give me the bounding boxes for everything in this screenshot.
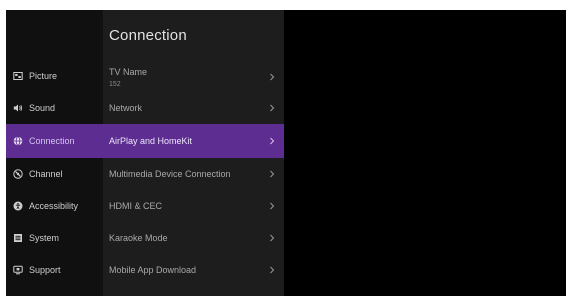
- menu-item-karaoke-mode[interactable]: Karaoke Mode: [103, 222, 284, 254]
- sidebar-item-picture[interactable]: Picture: [6, 60, 103, 92]
- chevron-right-icon: [270, 104, 275, 112]
- sidebar-item-label: Accessibility: [29, 201, 79, 211]
- satellite-dish-icon: [13, 169, 23, 179]
- chevron-right-icon: [270, 234, 275, 242]
- menu-item-mobile-app-download[interactable]: Mobile App Download: [103, 254, 284, 286]
- sidebar-item-label: Channel: [29, 169, 63, 179]
- speaker-icon: [13, 103, 23, 113]
- sidebar-item-channel[interactable]: Channel: [6, 158, 103, 190]
- menu-item-label: Karaoke Mode: [109, 233, 168, 243]
- preview-area: [284, 10, 566, 296]
- menu-item-label: TV Name: [109, 67, 148, 77]
- menu-item-tv-name[interactable]: TV Name 152: [103, 60, 284, 94]
- chevron-right-icon: [270, 202, 275, 210]
- page-title: Connection: [109, 27, 187, 44]
- sidebar-item-label: Picture: [29, 71, 58, 81]
- menu-item-label: Network: [109, 103, 143, 113]
- menu-item-hdmi-cec[interactable]: HDMI & CEC: [103, 190, 284, 222]
- menu-item-label: AirPlay and HomeKit: [109, 136, 193, 146]
- sidebar-item-label: Support: [29, 265, 61, 275]
- sidebar-item-label: Connection: [29, 136, 75, 146]
- menu-item-label: HDMI & CEC: [109, 201, 163, 211]
- menu-item-value: 152: [109, 81, 121, 88]
- sidebar-item-label: Sound: [29, 103, 56, 113]
- system-icon: [13, 233, 23, 243]
- sidebar-item-sound[interactable]: Sound: [6, 92, 103, 124]
- chevron-right-icon: [270, 170, 275, 178]
- sidebar-item-system[interactable]: System: [6, 222, 103, 254]
- chevron-right-icon: [270, 73, 275, 81]
- sidebar-item-label: System: [29, 233, 60, 243]
- support-icon: [13, 265, 23, 275]
- menu-item-airplay-homekit[interactable]: AirPlay and HomeKit: [103, 124, 284, 158]
- sidebar-item-accessibility[interactable]: Accessibility: [6, 190, 103, 222]
- accessibility-icon: [13, 201, 23, 211]
- chevron-right-icon: [270, 266, 275, 274]
- menu-item-network[interactable]: Network: [103, 92, 284, 124]
- menu-item-multimedia-device-connection[interactable]: Multimedia Device Connection: [103, 158, 284, 190]
- connection-menu-panel: Connection TV Name 152 Network AirPlay a…: [103, 10, 284, 296]
- settings-sidebar: Picture Sound Connection Channel Accessi…: [6, 10, 103, 296]
- sidebar-item-support[interactable]: Support: [6, 254, 103, 286]
- picture-icon: [13, 71, 23, 81]
- menu-item-label: Mobile App Download: [109, 265, 197, 275]
- sidebar-item-connection[interactable]: Connection: [6, 124, 103, 158]
- chevron-right-icon: [270, 137, 275, 145]
- tv-settings-screen: Picture Sound Connection Channel Accessi…: [6, 10, 566, 296]
- globe-icon: [13, 136, 23, 146]
- menu-item-label: Multimedia Device Connection: [109, 169, 231, 179]
